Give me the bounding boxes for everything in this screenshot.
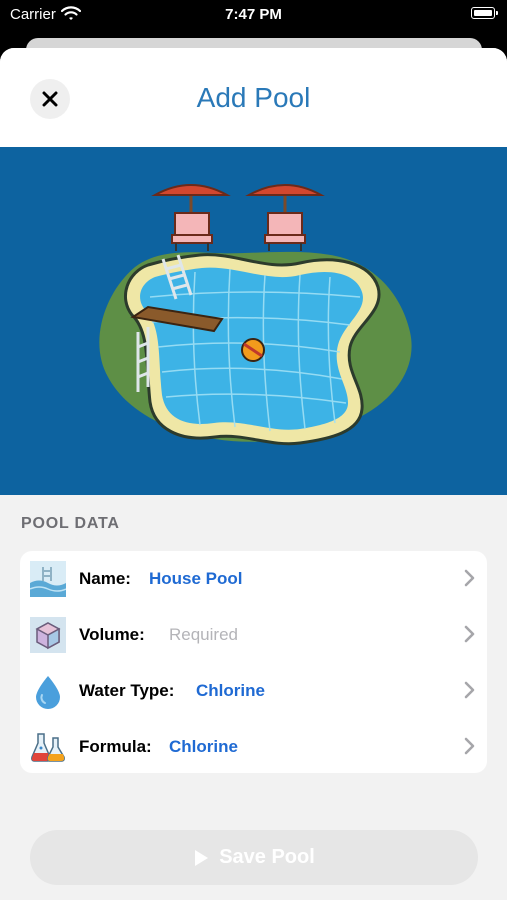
row-water-type[interactable]: Water Type: Chlorine <box>20 663 487 719</box>
cube-icon <box>30 617 66 653</box>
chevron-right-icon <box>464 681 475 699</box>
sheet-header: Add Pool <box>0 48 507 147</box>
flask-icon <box>31 733 65 762</box>
chevron-right-icon <box>464 737 475 755</box>
battery-icon <box>471 7 498 19</box>
umbrella-right <box>245 184 325 251</box>
clock: 7:47 PM <box>225 6 282 23</box>
umbrella-left <box>151 184 231 251</box>
chevron-right-icon <box>464 569 475 587</box>
section-header: POOL DATA <box>21 515 120 532</box>
chevron-right-icon <box>464 625 475 643</box>
row-formula[interactable]: Formula: Chlorine <box>20 719 487 775</box>
beach-ball <box>241 338 265 362</box>
row-volume[interactable]: Volume: Required <box>20 607 487 663</box>
pool-icon <box>30 561 66 597</box>
play-icon <box>195 849 209 866</box>
row-name[interactable]: Name: House Pool <box>20 551 487 607</box>
status-bar: Carrier 7:47 PM <box>0 0 507 30</box>
formula-value: Chlorine <box>169 737 238 756</box>
formula-label: Formula: <box>79 737 152 756</box>
save-pool-label: Save Pool <box>219 846 315 868</box>
page-title: Add Pool <box>196 82 311 113</box>
name-label: Name: <box>79 569 131 588</box>
water-drop-icon <box>36 676 60 709</box>
pool-illustration <box>0 147 507 495</box>
water-type-label: Water Type: <box>79 681 175 700</box>
volume-value: Required <box>169 625 238 644</box>
pool-data-card: Name: House Pool Volume: Required Water … <box>20 551 487 773</box>
name-value: House Pool <box>149 569 243 588</box>
volume-label: Volume: <box>79 625 145 644</box>
save-pool-button[interactable]: Save Pool <box>30 830 478 885</box>
water-type-value: Chlorine <box>196 681 265 700</box>
add-pool-sheet: Add Pool POOL DATA Name: House Pool Volu… <box>0 48 507 900</box>
